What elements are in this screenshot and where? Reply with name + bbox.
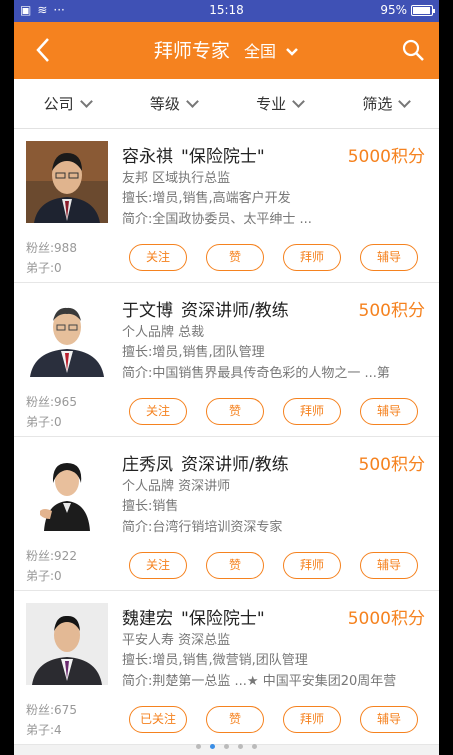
expert-title: 资深讲师/教练 xyxy=(181,301,289,321)
expert-company: 个人品牌 资深讲师 xyxy=(122,479,231,494)
app-header: 拜师专家 全国 xyxy=(14,22,439,79)
expert-name-row: 于文博 资深讲师/教练 xyxy=(122,296,289,321)
chevron-down-icon xyxy=(79,95,93,108)
page-dot-active xyxy=(210,744,215,749)
battery-icon xyxy=(411,4,435,16)
expert-fans: 粉丝:675 xyxy=(26,703,77,717)
filter-specialty[interactable]: 专业 xyxy=(227,79,333,128)
expert-students: 弟子:0 xyxy=(26,415,62,429)
coaching-button[interactable]: 辅导 xyxy=(360,706,418,733)
expert-actions: 已关注 赞 拜师 辅导 xyxy=(129,706,418,733)
page-dot xyxy=(224,744,229,749)
filter-label: 公司 xyxy=(43,95,74,113)
page-indicator xyxy=(14,744,439,749)
expert-photo xyxy=(26,141,108,223)
coaching-button[interactable]: 辅导 xyxy=(360,398,418,425)
expert-card[interactable]: 于文博 资深讲师/教练 500积分 个人品牌 总裁 擅长:增员,销售,团队管理 简… xyxy=(14,283,439,437)
expert-intro: 简介:中国销售界最具传奇色彩的人物之一 ...第 xyxy=(122,366,390,381)
expert-fans: 粉丝:922 xyxy=(26,549,77,563)
expert-points: 5000积分 xyxy=(347,147,425,167)
coaching-button[interactable]: 辅导 xyxy=(360,244,418,271)
expert-company: 个人品牌 总裁 xyxy=(122,325,205,340)
expert-skills: 擅长:销售 xyxy=(122,499,179,514)
filter-more[interactable]: 筛选 xyxy=(333,79,439,128)
expert-company: 友邦 区域执行总监 xyxy=(122,171,231,186)
expert-name: 庄秀凤 xyxy=(122,455,173,475)
chevron-down-icon xyxy=(398,95,412,108)
expert-actions: 关注 赞 拜师 辅导 xyxy=(129,398,418,425)
page-dot xyxy=(196,744,201,749)
expert-title: "保险院士" xyxy=(181,609,265,629)
status-bar: ▣ ≋ ··· 15:18 95% xyxy=(14,0,439,22)
expert-card[interactable]: 魏建宏 "保险院士" 5000积分 平安人寿 资深总监 擅长:增员,销售,微营销,… xyxy=(14,591,439,745)
filter-label: 专业 xyxy=(256,95,287,113)
follow-button[interactable]: 关注 xyxy=(129,552,187,579)
status-time: 15:18 xyxy=(209,3,244,17)
expert-fans: 粉丝:988 xyxy=(26,241,77,255)
expert-name-row: 容永祺 "保险院士" xyxy=(122,142,265,167)
chevron-down-icon xyxy=(292,95,305,108)
expert-points: 5000积分 xyxy=(347,609,425,629)
coaching-button[interactable]: 辅导 xyxy=(360,552,418,579)
expert-photo xyxy=(26,603,108,685)
battery-percent: 95% xyxy=(380,3,407,17)
expert-points: 500积分 xyxy=(358,455,425,475)
expert-actions: 关注 赞 拜师 辅导 xyxy=(129,552,418,579)
filter-label: 等级 xyxy=(149,95,180,113)
status-icons-right: 95% xyxy=(380,3,435,17)
like-button[interactable]: 赞 xyxy=(206,552,264,579)
expert-intro: 简介:全国政协委员、太平绅士 ... xyxy=(122,212,312,227)
expert-title: "保险院士" xyxy=(181,147,265,167)
region-selector[interactable]: 全国 xyxy=(244,42,299,61)
like-button[interactable]: 赞 xyxy=(206,706,264,733)
region-label: 全国 xyxy=(243,42,276,61)
like-button[interactable]: 赞 xyxy=(206,398,264,425)
chevron-down-icon xyxy=(286,48,298,56)
expert-skills: 擅长:增员,销售,微营销,团队管理 xyxy=(122,653,308,668)
filter-bar: 公司 等级 专业 筛选 xyxy=(14,79,439,129)
expert-students: 弟子:0 xyxy=(26,261,62,275)
expert-name: 于文博 xyxy=(122,301,173,321)
filter-label: 筛选 xyxy=(362,95,393,113)
expert-students: 弟子:4 xyxy=(26,723,62,737)
page-title-text: 拜师专家 xyxy=(153,40,230,62)
expert-name: 魏建宏 xyxy=(122,609,173,629)
expert-name-row: 庄秀凤 资深讲师/教练 xyxy=(122,450,289,475)
expert-photo xyxy=(26,295,108,377)
filter-level[interactable]: 等级 xyxy=(120,79,226,128)
expert-list: 容永祺 "保险院士" 5000积分 友邦 区域执行总监 擅长:增员,销售,高端客户… xyxy=(14,129,439,745)
apprentice-button[interactable]: 拜师 xyxy=(283,398,341,425)
apprentice-button[interactable]: 拜师 xyxy=(283,244,341,271)
expert-students: 弟子:0 xyxy=(26,569,62,583)
follow-button[interactable]: 关注 xyxy=(129,398,187,425)
page-title: 拜师专家 全国 xyxy=(14,36,439,63)
expert-skills: 擅长:增员,销售,高端客户开发 xyxy=(122,191,291,206)
app-screen: ▣ ≋ ··· 15:18 95% 拜师专家 全国 公司 等级 专业 筛选 容永… xyxy=(14,0,439,755)
expert-points: 500积分 xyxy=(358,301,425,321)
expert-title: 资深讲师/教练 xyxy=(181,455,289,475)
apprentice-button[interactable]: 拜师 xyxy=(283,552,341,579)
expert-company: 平安人寿 资深总监 xyxy=(122,633,231,648)
chevron-down-icon xyxy=(186,95,199,108)
following-button[interactable]: 已关注 xyxy=(129,706,187,733)
expert-card[interactable]: 庄秀凤 资深讲师/教练 500积分 个人品牌 资深讲师 擅长:销售 简介:台湾行销… xyxy=(14,437,439,591)
expert-intro: 简介:台湾行销培训资深专家 xyxy=(122,520,283,535)
expert-fans: 粉丝:965 xyxy=(26,395,77,409)
filter-company[interactable]: 公司 xyxy=(14,79,120,128)
expert-card[interactable]: 容永祺 "保险院士" 5000积分 友邦 区域执行总监 擅长:增员,销售,高端客户… xyxy=(14,129,439,283)
apprentice-button[interactable]: 拜师 xyxy=(283,706,341,733)
expert-skills: 擅长:增员,销售,团队管理 xyxy=(122,345,265,360)
like-button[interactable]: 赞 xyxy=(206,244,264,271)
expert-name-row: 魏建宏 "保险院士" xyxy=(122,604,265,629)
expert-actions: 关注 赞 拜师 辅导 xyxy=(129,244,418,271)
search-icon[interactable] xyxy=(401,38,425,62)
expert-photo xyxy=(26,449,108,531)
expert-intro: 简介:荆楚第一总监 ...★ 中国平安集团20周年营 xyxy=(122,674,397,689)
page-dot xyxy=(252,744,257,749)
expert-name: 容永祺 xyxy=(122,147,173,167)
follow-button[interactable]: 关注 xyxy=(129,244,187,271)
page-dot xyxy=(238,744,243,749)
